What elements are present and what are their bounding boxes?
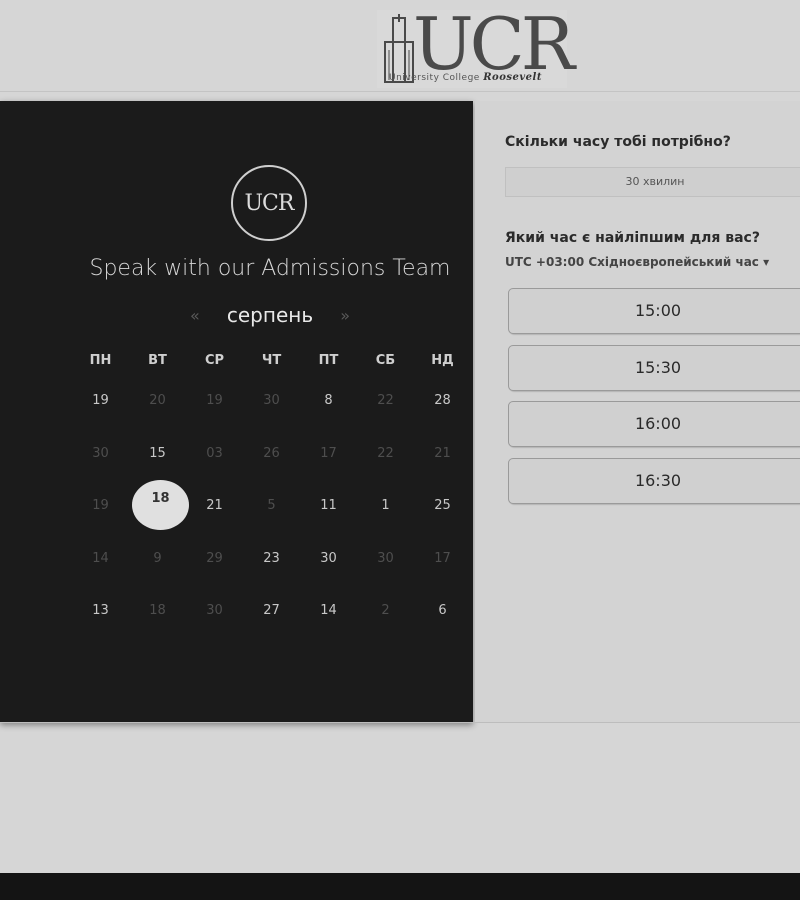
calendar-day-unavailable: 17 — [434, 550, 451, 566]
calendar-week-row: 19 20 19 30 8 22 28 — [72, 382, 471, 435]
panel-heading: Speak with our Admissions Team — [89, 256, 451, 281]
weekday-label: НД — [431, 353, 454, 368]
calendar-day-unavailable: 5 — [267, 498, 276, 513]
calendar-day-selected[interactable]: 18 — [132, 480, 189, 530]
duration-question: Скільки часу тобі потрібно? — [505, 134, 731, 150]
calendar-day-unavailable: 03 — [206, 445, 223, 461]
calendar-week-row: 14 9 29 23 30 30 17 — [72, 540, 471, 593]
month-label: серпень — [226, 303, 314, 327]
calendar-day-available[interactable]: 23 — [243, 540, 300, 593]
content-divider — [0, 722, 800, 723]
weekday-header: ПН ВТ СР ЧТ ПТ СБ НД — [72, 353, 471, 368]
calendar-day-unavailable: 30 — [377, 550, 394, 566]
calendar-day-unavailable: 30 — [206, 603, 223, 618]
weekday-label: СБ — [375, 353, 396, 368]
calendar-panel: UCR Speak with our Admissions Team « сер… — [0, 101, 473, 723]
calendar-day-unavailable: 22 — [377, 393, 394, 408]
calendar-day-available[interactable]: 27 — [243, 592, 300, 645]
calendar-day-available[interactable]: 19 — [72, 382, 129, 435]
calendar-day-available[interactable]: 21 — [186, 487, 243, 540]
logo-subtitle-text: University College — [389, 73, 480, 83]
calendar-week-row: 30 15 03 26 17 22 21 — [72, 435, 471, 488]
calendar-day-available[interactable]: 8 — [300, 382, 357, 435]
calendar-day-unavailable: 20 — [149, 393, 166, 408]
calendar-day-unavailable: 19 — [206, 393, 223, 408]
calendar-grid: ПН ВТ СР ЧТ ПТ СБ НД 19 20 19 30 8 22 28 30 15 03 26 17 22… — [72, 353, 471, 645]
logo-script-text: Roosevelt — [483, 72, 542, 83]
weekday-label: ПТ — [318, 353, 339, 368]
weekday-label: СР — [204, 353, 225, 368]
duration-select[interactable]: 30 хвилин — [505, 167, 800, 197]
calendar-day-unavailable: 22 — [377, 445, 394, 461]
weekday-label: ЧТ — [261, 353, 282, 368]
weekday-label: ПН — [89, 353, 112, 368]
weekday-label: ВТ — [148, 353, 167, 368]
calendar-day-unavailable: 30 — [92, 445, 109, 461]
calendar-day-available[interactable]: 1 — [357, 487, 414, 540]
ucr-badge: UCR — [231, 165, 307, 241]
footer-bar — [0, 873, 800, 900]
calendar-day-available[interactable]: 25 — [414, 487, 471, 540]
calendar-day-unavailable: 17 — [320, 445, 337, 461]
calendar-day-available[interactable]: 6 — [414, 592, 471, 645]
calendar-day-available[interactable]: 14 — [300, 592, 357, 645]
time-slot-1500[interactable]: 15:00 — [508, 288, 800, 334]
calendar-week-row: 19 18 21 5 11 1 25 — [72, 480, 471, 540]
header-divider — [0, 91, 800, 92]
ucr-logo[interactable]: UCR University College Roosevelt — [377, 4, 575, 88]
calendar-day-available[interactable]: 28 — [414, 382, 471, 435]
calendar-day-available[interactable]: 11 — [300, 487, 357, 540]
calendar-day-unavailable: 21 — [434, 445, 451, 461]
calendar-day-unavailable: 29 — [206, 550, 223, 566]
logo-subtitle: University College Roosevelt — [389, 72, 542, 83]
timezone-dropdown[interactable]: UTC +03:00 Східноєвропейський час ▾ — [505, 255, 769, 269]
booking-options: Скільки часу тобі потрібно? 30 хвилин Як… — [475, 101, 800, 723]
calendar-day-cell: 18 — [129, 480, 189, 540]
calendar-day-available[interactable]: 13 — [72, 592, 129, 645]
calendar-day-available[interactable]: 30 — [300, 540, 357, 593]
time-question: Який час є найліпшим для вас? — [505, 230, 760, 246]
timezone-label: UTC +03:00 Східноєвропейський час — [505, 255, 759, 269]
calendar-day-unavailable: 30 — [263, 393, 280, 408]
next-month-button[interactable]: » — [340, 306, 350, 325]
month-navigation: « серпень » — [190, 300, 350, 330]
calendar-week-row: 13 18 30 27 14 2 6 — [72, 592, 471, 645]
calendar-day-unavailable: 14 — [92, 550, 109, 566]
calendar-day-unavailable: 19 — [92, 498, 109, 513]
prev-month-button[interactable]: « — [190, 306, 200, 325]
calendar-day-unavailable: 2 — [381, 603, 390, 618]
chevron-down-icon: ▾ — [763, 255, 770, 269]
calendar-day-unavailable: 26 — [263, 445, 280, 461]
time-slot-1630[interactable]: 16:30 — [508, 458, 800, 504]
time-slot-1600[interactable]: 16:00 — [508, 401, 800, 447]
calendar-day-unavailable: 9 — [153, 550, 162, 566]
calendar-body: 19 20 19 30 8 22 28 30 15 03 26 17 22 21 19 18 21 5 11 1 25 1… — [72, 382, 471, 645]
calendar-day-unavailable: 18 — [149, 603, 166, 618]
time-slot-1530[interactable]: 15:30 — [508, 345, 800, 391]
